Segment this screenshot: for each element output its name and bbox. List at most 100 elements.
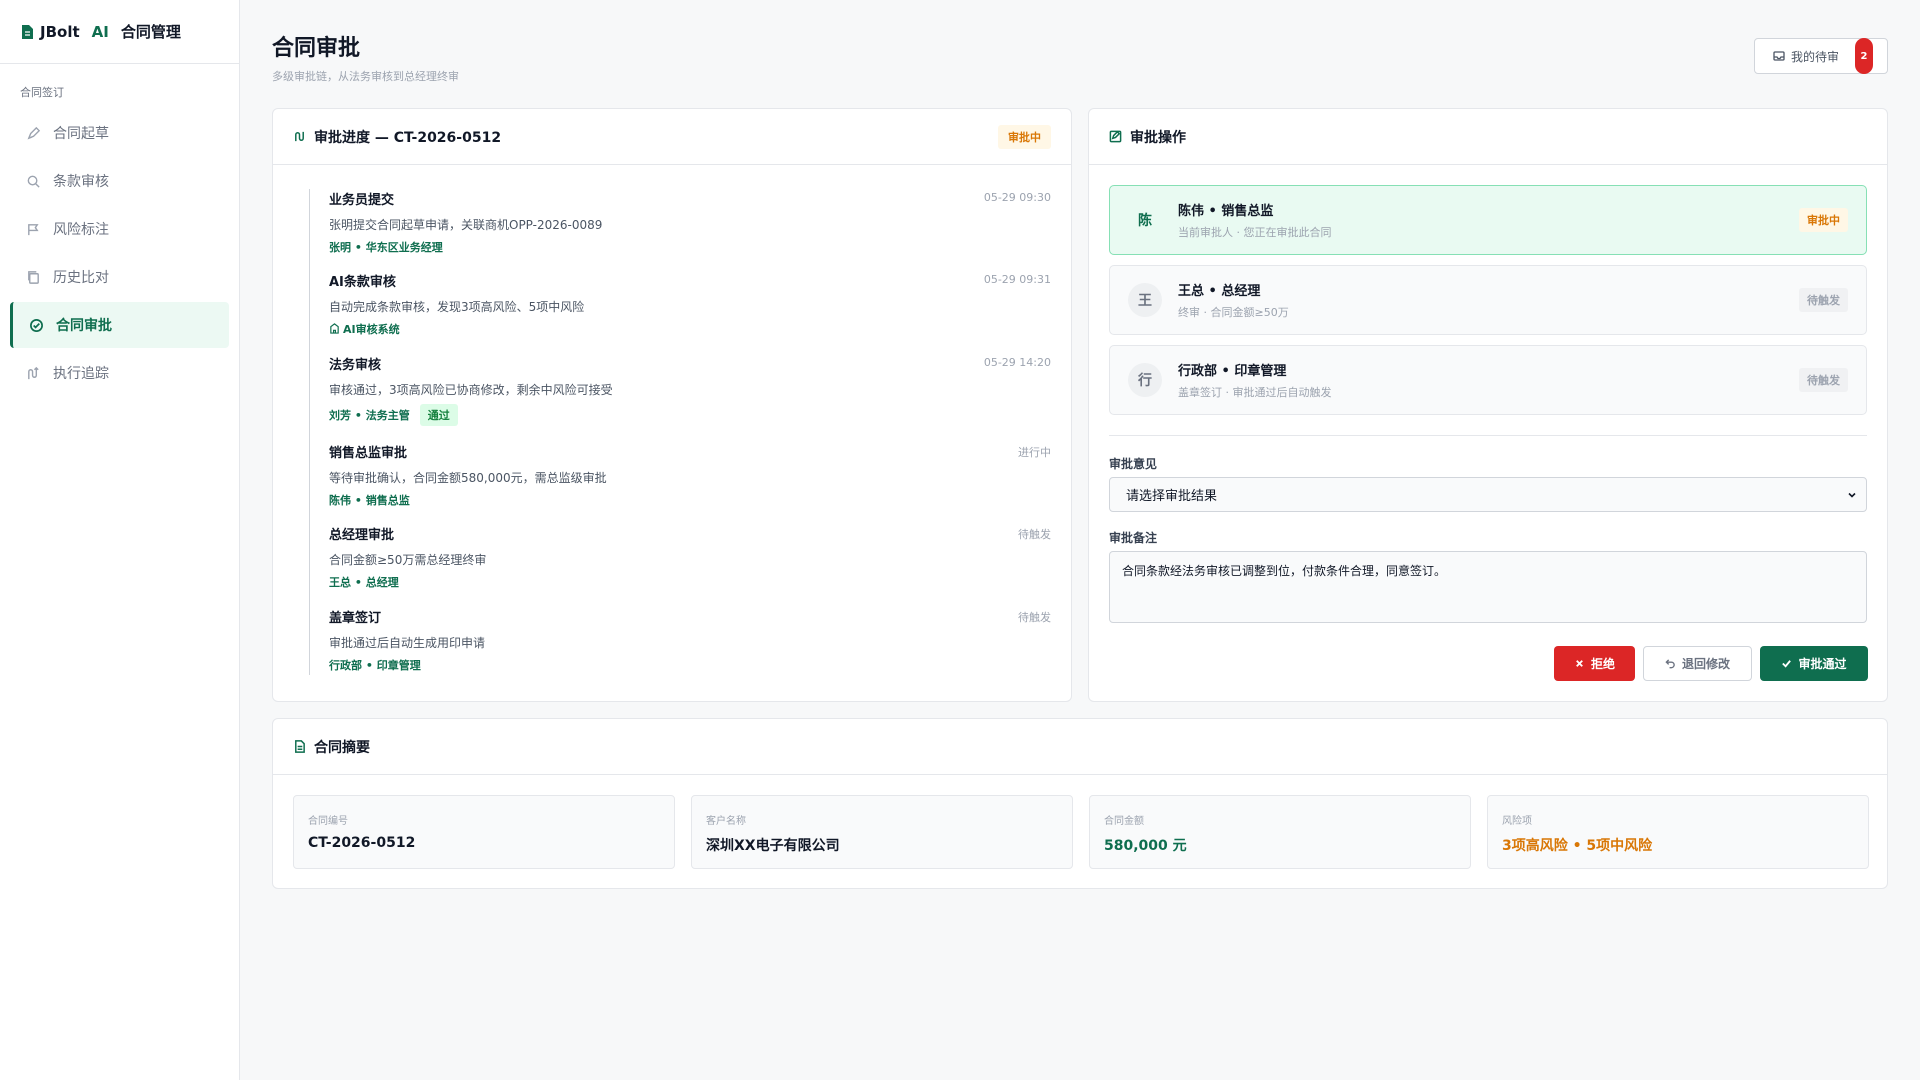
summary-card-title: 合同摘要 (314, 739, 370, 756)
brand-ai: AI (91, 22, 109, 41)
summary-label: 客户名称 (706, 816, 746, 827)
progress-card: 审批进度 — CT-2026-0512 审批中 业务员提交 05-29 09:3… (272, 108, 1072, 702)
step-title: 销售总监审批 (329, 446, 408, 461)
page-title: 合同审批 (272, 36, 361, 61)
opinion-select-value: 请选择审批结果 (1126, 489, 1218, 504)
status-badge: 审批中 (998, 124, 1051, 149)
step-meta: 行政部 • 印章管理 (329, 657, 1051, 673)
pending-count-badge: 2 (1855, 38, 1873, 74)
sidebar-item-draft[interactable]: 合同起草 (10, 110, 229, 156)
step-meta: 王总 • 总经理 (329, 574, 1051, 590)
step-title: 盖章签订 (329, 611, 382, 626)
edit-box-icon (1109, 130, 1122, 143)
route-icon (28, 366, 39, 379)
remark-textarea[interactable]: 合同条款经法务审核已调整到位，付款条件合理，同意签订。 (1109, 551, 1867, 623)
step-meta: 陈伟 • 销售总监 (329, 492, 1051, 508)
search-icon (27, 175, 40, 188)
step-desc: 等待审批确认，合同金额580,000元，需总监级审批 (329, 471, 607, 485)
sidebar-item-risk[interactable]: 风险标注 (10, 206, 229, 252)
approver-current[interactable]: 陈 陈伟 • 销售总监 当前审批人 · 您正在审批此合同 审批中 (1109, 185, 1867, 255)
summary-label: 合同编号 (308, 816, 348, 827)
approver-status-badge: 待触发 (1799, 288, 1848, 312)
step-meta: 张明 • 华东区业务经理 (329, 239, 1051, 255)
reject-button[interactable]: 拒绝 (1554, 646, 1635, 681)
approver-gm[interactable]: 王 王总 • 总经理 终审 · 合同金额≥50万 待触发 (1109, 265, 1867, 335)
sidebar-item-label: 合同审批 (56, 318, 112, 334)
step-desc: 合同金额≥50万需总经理终审 (329, 553, 487, 567)
building-icon (330, 323, 339, 334)
step-time: 05-29 09:30 (983, 191, 1051, 204)
summary-label: 合同金额 (1104, 816, 1144, 827)
sidebar-item-clause-review[interactable]: 条款审核 (10, 158, 229, 204)
brand[interactable]: JBolt AI 合同管理 (0, 0, 239, 64)
step-title: 总经理审批 (329, 528, 395, 543)
summary-value: 深圳XX电子有限公司 (706, 838, 840, 854)
approver-status-badge: 待触发 (1799, 368, 1848, 392)
summary-value: 3项高风险 • 5项中风险 (1502, 838, 1653, 854)
sidebar-item-tracking[interactable]: 执行追踪 (10, 350, 229, 396)
step-time: 待触发 (1018, 528, 1051, 541)
copy-icon (28, 270, 39, 284)
approve-button[interactable]: 审批通过 (1760, 646, 1868, 681)
step-title: 业务员提交 (329, 193, 395, 208)
step-meta: AI审核系统 (329, 321, 1051, 337)
page-subtitle: 多级审批链，从法务审核到总经理终审 (272, 70, 459, 83)
my-pending-button[interactable]: 我的待审 2 (1754, 38, 1888, 74)
my-pending-label: 我的待审 (1791, 49, 1840, 64)
approver-desc: 当前审批人 · 您正在审批此合同 (1178, 226, 1332, 239)
chevron-down-icon (1848, 492, 1856, 498)
route-icon (295, 131, 304, 142)
document-icon (295, 740, 305, 753)
step-actor: 王总 • 总经理 (329, 576, 399, 589)
return-for-edit-button[interactable]: 退回修改 (1643, 646, 1752, 681)
timeline-step: AI条款审核 05-29 09:31 自动完成条款审核，发现3项高风险、5项中风… (329, 271, 1051, 337)
summary-amount: 合同金额 580,000 元 (1089, 795, 1471, 869)
timeline-step: 业务员提交 05-29 09:30 张明提交合同起草申请，关联商机OPP-202… (329, 189, 1051, 255)
timeline-step: 法务审核 05-29 14:20 审核通过，3项高风险已协商修改，剩余中风险可接… (329, 354, 1051, 426)
opinion-label: 审批意见 (1109, 457, 1158, 471)
step-time: 进行中 (1018, 446, 1051, 459)
approver-name: 陈伟 • 销售总监 (1178, 204, 1274, 219)
step-actor: AI审核系统 (329, 321, 400, 337)
summary-customer: 客户名称 深圳XX电子有限公司 (691, 795, 1073, 869)
timeline-line (309, 189, 310, 675)
step-desc: 张明提交合同起草申请，关联商机OPP-2026-0089 (329, 218, 603, 232)
sidebar-item-label: 合同起草 (53, 126, 109, 142)
step-actor: 陈伟 • 销售总监 (329, 494, 410, 507)
step-time: 05-29 09:31 (983, 273, 1051, 286)
approver-name: 王总 • 总经理 (1178, 284, 1261, 299)
operation-card: 审批操作 陈 陈伟 • 销售总监 当前审批人 · 您正在审批此合同 审批中 王 … (1088, 108, 1888, 702)
brand-name: JBolt (40, 22, 80, 41)
sidebar-item-label: 执行追踪 (53, 366, 109, 382)
check-icon (1782, 660, 1792, 668)
step-desc: 审批通过后自动生成用印申请 (329, 636, 486, 650)
summary-card: 合同摘要 合同编号 CT-2026-0512 客户名称 深圳XX电子有限公司 合… (272, 718, 1888, 889)
operation-card-title: 审批操作 (1130, 129, 1186, 146)
step-title: AI条款审核 (329, 275, 396, 290)
opinion-select[interactable]: 请选择审批结果 (1109, 477, 1867, 512)
step-meta: 刘芳 • 法务主管 通过 (329, 404, 1051, 426)
approver-admin[interactable]: 行 行政部 • 印章管理 盖章签订 · 审批通过后自动触发 待触发 (1109, 345, 1867, 415)
step-title: 法务审核 (329, 358, 382, 373)
sidebar-section-title: 合同签订 (20, 86, 64, 99)
timeline-step: 盖章签订 待触发 审批通过后自动生成用印申请 行政部 • 印章管理 (329, 607, 1051, 673)
sidebar-item-history[interactable]: 历史比对 (10, 254, 229, 300)
summary-label: 风险项 (1502, 816, 1532, 827)
operation-card-header: 审批操作 (1089, 109, 1887, 165)
step-time: 05-29 14:20 (983, 356, 1051, 369)
inbox-icon (1773, 51, 1785, 61)
sidebar-item-approval[interactable]: 合同审批 (10, 302, 229, 348)
passed-badge: 通过 (419, 404, 458, 426)
avatar: 陈 (1128, 203, 1162, 237)
summary-contract-no: 合同编号 CT-2026-0512 (293, 795, 675, 869)
divider (1109, 435, 1867, 436)
document-icon (22, 24, 33, 39)
summary-value: CT-2026-0512 (308, 835, 416, 851)
brand-title: 合同管理 (120, 23, 181, 41)
step-time: 待触发 (1018, 611, 1051, 624)
sidebar-item-label: 历史比对 (53, 270, 109, 286)
step-actor: 张明 • 华东区业务经理 (329, 241, 443, 254)
summary-value: 580,000 元 (1104, 838, 1187, 854)
avatar: 王 (1128, 283, 1162, 317)
sidebar-item-label: 风险标注 (53, 222, 109, 238)
